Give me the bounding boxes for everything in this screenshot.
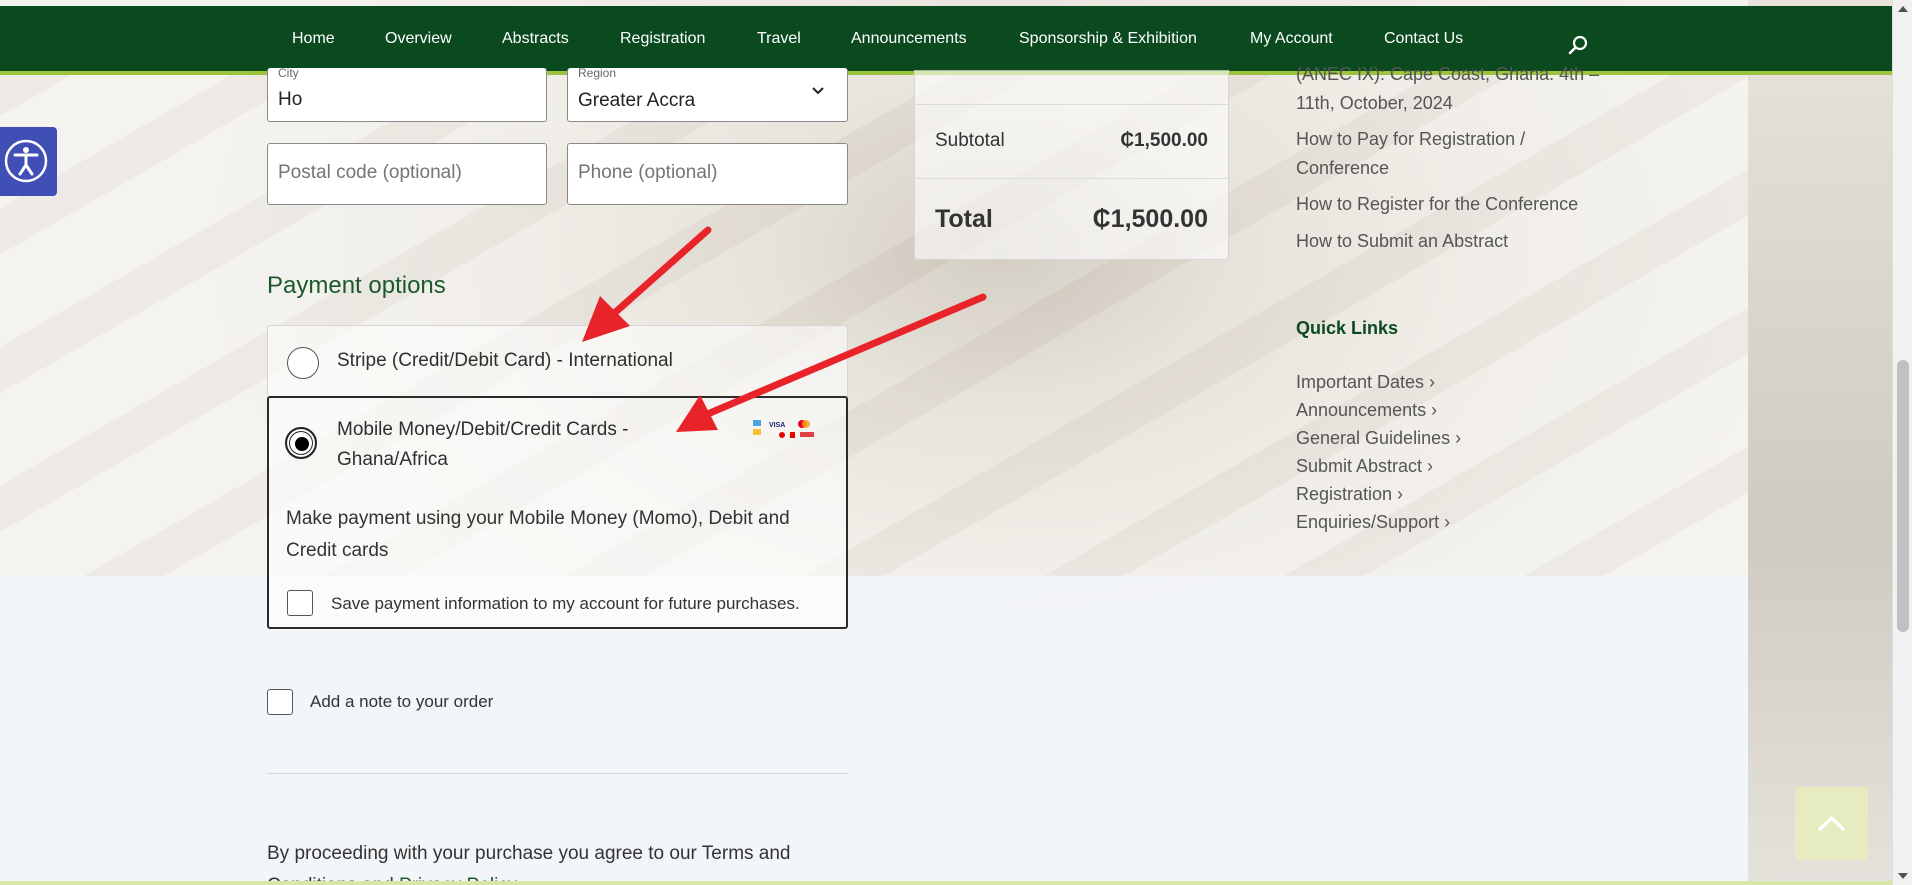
sidebar-post-pay-line2[interactable]: Conference [1296, 154, 1389, 183]
terms-notice: By proceeding with your purchase you agr… [267, 838, 791, 885]
payment-options-title: Payment options [267, 272, 446, 299]
quick-link-general-guidelines[interactable]: General Guidelines › [1296, 428, 1461, 449]
accessibility-icon [4, 139, 48, 183]
background-wall [1748, 0, 1892, 885]
order-note-label: Add a note to your order [310, 692, 494, 711]
phone-placeholder: Phone (optional) [578, 162, 718, 183]
subtotal-label: Subtotal [935, 130, 1005, 151]
nav-travel[interactable]: Travel [757, 30, 801, 48]
quick-link-submit-abstract[interactable]: Submit Abstract › [1296, 456, 1433, 477]
payment-description-line1: Make payment using your Mobile Money (Mo… [286, 508, 790, 529]
payment-brand-icons: VISA [753, 420, 814, 438]
nav-sponsorship[interactable]: Sponsorship & Exhibition [1019, 30, 1197, 48]
total-value: ₵1,500.00 [1092, 205, 1208, 233]
page-scrollbar[interactable] [1892, 0, 1912, 885]
city-field[interactable]: City Ho [267, 66, 547, 122]
quick-link-enquiries[interactable]: Enquiries/Support › [1296, 512, 1450, 533]
search-icon[interactable] [1568, 35, 1588, 55]
sidebar-post-abstract[interactable]: How to Submit an Abstract [1296, 227, 1508, 256]
sidebar-post-register[interactable]: How to Register for the Conference [1296, 190, 1578, 219]
postal-code-placeholder: Postal code (optional) [278, 162, 462, 183]
nav-contact-us[interactable]: Contact Us [1384, 30, 1463, 48]
scroll-down-icon[interactable] [1898, 873, 1908, 879]
terms-line1: By proceeding with your purchase you agr… [267, 843, 791, 864]
nav-overview[interactable]: Overview [385, 30, 452, 48]
summary-divider [915, 178, 1230, 179]
chevron-down-icon [812, 87, 824, 95]
total-label: Total [935, 205, 993, 233]
save-payment-checkbox[interactable] [287, 590, 313, 616]
quick-link-registration[interactable]: Registration › [1296, 484, 1403, 505]
nav-registration[interactable]: Registration [620, 30, 705, 48]
order-note-checkbox[interactable] [267, 689, 293, 715]
mobile-money-label-line1: Mobile Money/Debit/Credit Cards - [337, 419, 629, 440]
sidebar-post-pay-line1[interactable]: How to Pay for Registration / [1296, 125, 1525, 154]
sidebar-post-partial-line2[interactable]: 11th, October, 2024 [1296, 89, 1453, 118]
nav-my-account[interactable]: My Account [1250, 30, 1333, 48]
nav-announcements[interactable]: Announcements [851, 30, 967, 48]
quick-link-announcements[interactable]: Announcements › [1296, 400, 1437, 421]
scrollbar-thumb[interactable] [1897, 360, 1909, 632]
scroll-up-icon[interactable] [1898, 6, 1908, 12]
main-navigation: Home Overview Abstracts Registration Tra… [0, 6, 1892, 75]
region-select[interactable]: Region Greater Accra [567, 66, 848, 122]
stripe-radio[interactable] [287, 347, 319, 379]
back-to-top-button[interactable] [1795, 787, 1868, 860]
payment-description-line2: Credit cards [286, 540, 389, 561]
region-label: Region [578, 66, 617, 80]
chevron-up-icon [1818, 816, 1845, 831]
mobile-money-label-line2: Ghana/Africa [337, 449, 448, 470]
payment-option-stripe[interactable]: Stripe (Credit/Debit Card) - Internation… [267, 325, 848, 397]
summary-divider [915, 104, 1230, 105]
sidebar-post-partial-line1[interactable]: (ANEC IX): Cape Coast, Ghana. 4th – [1296, 60, 1599, 89]
city-label: City [278, 66, 299, 80]
mobile-money-radio[interactable] [285, 427, 317, 459]
quick-link-important-dates[interactable]: Important Dates › [1296, 372, 1435, 393]
city-value: Ho [278, 89, 303, 110]
region-value: Greater Accra [578, 90, 696, 111]
phone-field[interactable]: Phone (optional) [567, 143, 848, 205]
stripe-label: Stripe (Credit/Debit Card) - Internation… [337, 350, 673, 371]
order-summary: Subtotal ₵1,500.00 Total ₵1,500.00 [914, 70, 1230, 260]
quick-links-title: Quick Links [1296, 318, 1399, 338]
save-payment-label: Save payment information to my account f… [331, 594, 800, 613]
bottom-border [0, 881, 1892, 885]
accessibility-button[interactable] [0, 127, 57, 196]
divider [267, 773, 848, 774]
subtotal-value: ₵1,500.00 [1120, 130, 1208, 151]
nav-abstracts[interactable]: Abstracts [502, 30, 569, 48]
visa-logo: VISA [769, 422, 785, 429]
postal-code-field[interactable]: Postal code (optional) [267, 143, 547, 205]
nav-home[interactable]: Home [292, 30, 335, 48]
